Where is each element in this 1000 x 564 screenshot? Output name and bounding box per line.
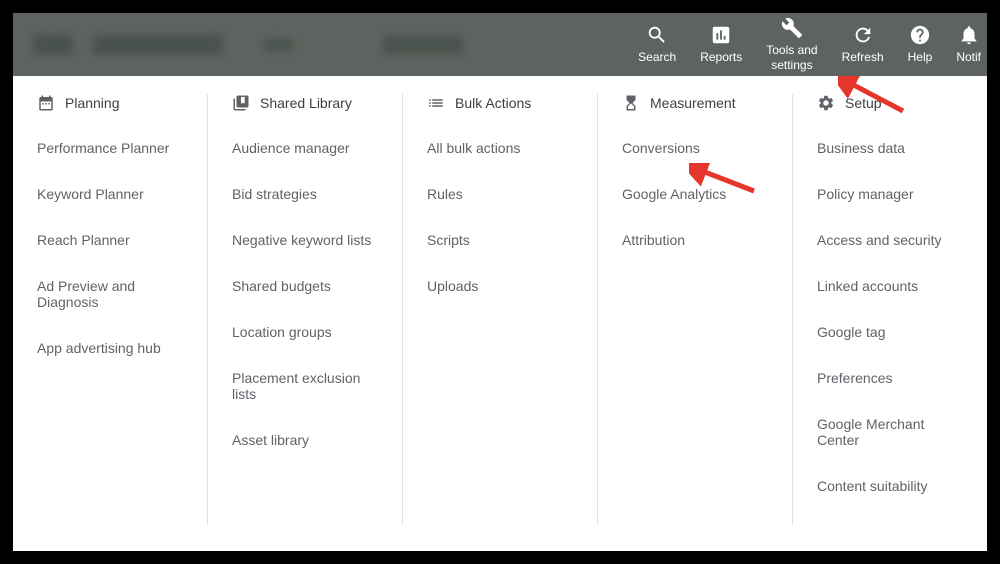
search-icon bbox=[646, 24, 668, 46]
link-app-advertising-hub[interactable]: App advertising hub bbox=[37, 340, 183, 356]
link-ad-preview-diagnosis[interactable]: Ad Preview and Diagnosis bbox=[37, 278, 183, 310]
column-planning: Planning Performance Planner Keyword Pla… bbox=[13, 94, 208, 524]
list-check-icon bbox=[427, 94, 445, 112]
help-button[interactable]: Help bbox=[896, 24, 945, 64]
tools-dropdown-panel: Planning Performance Planner Keyword Pla… bbox=[13, 76, 987, 551]
link-google-analytics[interactable]: Google Analytics bbox=[622, 186, 768, 202]
link-google-tag[interactable]: Google tag bbox=[817, 324, 963, 340]
link-conversions[interactable]: Conversions bbox=[622, 140, 768, 156]
link-location-groups[interactable]: Location groups bbox=[232, 324, 378, 340]
gear-icon bbox=[817, 94, 835, 112]
column-setup: Setup Business data Policy manager Acces… bbox=[793, 94, 987, 524]
link-business-data[interactable]: Business data bbox=[817, 140, 963, 156]
notifications-button[interactable]: Notif bbox=[944, 24, 987, 64]
link-rules[interactable]: Rules bbox=[427, 186, 573, 202]
column-header-setup: Setup bbox=[817, 94, 963, 112]
link-bid-strategies[interactable]: Bid strategies bbox=[232, 186, 378, 202]
bell-icon bbox=[958, 24, 980, 46]
topbar: Search Reports Tools and settings Refres… bbox=[13, 13, 987, 76]
calendar-icon bbox=[37, 94, 55, 112]
refresh-icon bbox=[852, 24, 874, 46]
column-header-planning: Planning bbox=[37, 94, 183, 112]
link-policy-manager[interactable]: Policy manager bbox=[817, 186, 963, 202]
link-placement-exclusion-lists[interactable]: Placement exclusion lists bbox=[232, 370, 378, 402]
link-google-merchant-center[interactable]: Google Merchant Center bbox=[817, 416, 963, 448]
link-performance-planner[interactable]: Performance Planner bbox=[37, 140, 183, 156]
link-audience-manager[interactable]: Audience manager bbox=[232, 140, 378, 156]
link-keyword-planner[interactable]: Keyword Planner bbox=[37, 186, 183, 202]
link-negative-keyword-lists[interactable]: Negative keyword lists bbox=[232, 232, 378, 248]
column-measurement: Measurement Conversions Google Analytics… bbox=[598, 94, 793, 524]
link-reach-planner[interactable]: Reach Planner bbox=[37, 232, 183, 248]
link-all-bulk-actions[interactable]: All bulk actions bbox=[427, 140, 573, 156]
refresh-button[interactable]: Refresh bbox=[830, 24, 896, 64]
link-attribution[interactable]: Attribution bbox=[622, 232, 768, 248]
column-bulk-actions: Bulk Actions All bulk actions Rules Scri… bbox=[403, 94, 598, 524]
reports-button[interactable]: Reports bbox=[688, 24, 754, 64]
column-header-shared-library: Shared Library bbox=[232, 94, 378, 112]
link-uploads[interactable]: Uploads bbox=[427, 278, 573, 294]
reports-icon bbox=[710, 24, 732, 46]
tools-settings-button[interactable]: Tools and settings bbox=[754, 17, 829, 72]
search-button[interactable]: Search bbox=[626, 24, 688, 64]
column-shared-library: Shared Library Audience manager Bid stra… bbox=[208, 94, 403, 524]
help-icon bbox=[909, 24, 931, 46]
link-shared-budgets[interactable]: Shared budgets bbox=[232, 278, 378, 294]
wrench-icon bbox=[781, 17, 803, 39]
link-linked-accounts[interactable]: Linked accounts bbox=[817, 278, 963, 294]
link-asset-library[interactable]: Asset library bbox=[232, 432, 378, 448]
link-content-suitability[interactable]: Content suitability bbox=[817, 478, 963, 494]
link-scripts[interactable]: Scripts bbox=[427, 232, 573, 248]
column-header-measurement: Measurement bbox=[622, 94, 768, 112]
link-preferences[interactable]: Preferences bbox=[817, 370, 963, 386]
topbar-left-blurred bbox=[13, 13, 463, 76]
link-access-security[interactable]: Access and security bbox=[817, 232, 963, 248]
hourglass-icon bbox=[622, 94, 640, 112]
column-header-bulk-actions: Bulk Actions bbox=[427, 94, 573, 112]
library-icon bbox=[232, 94, 250, 112]
